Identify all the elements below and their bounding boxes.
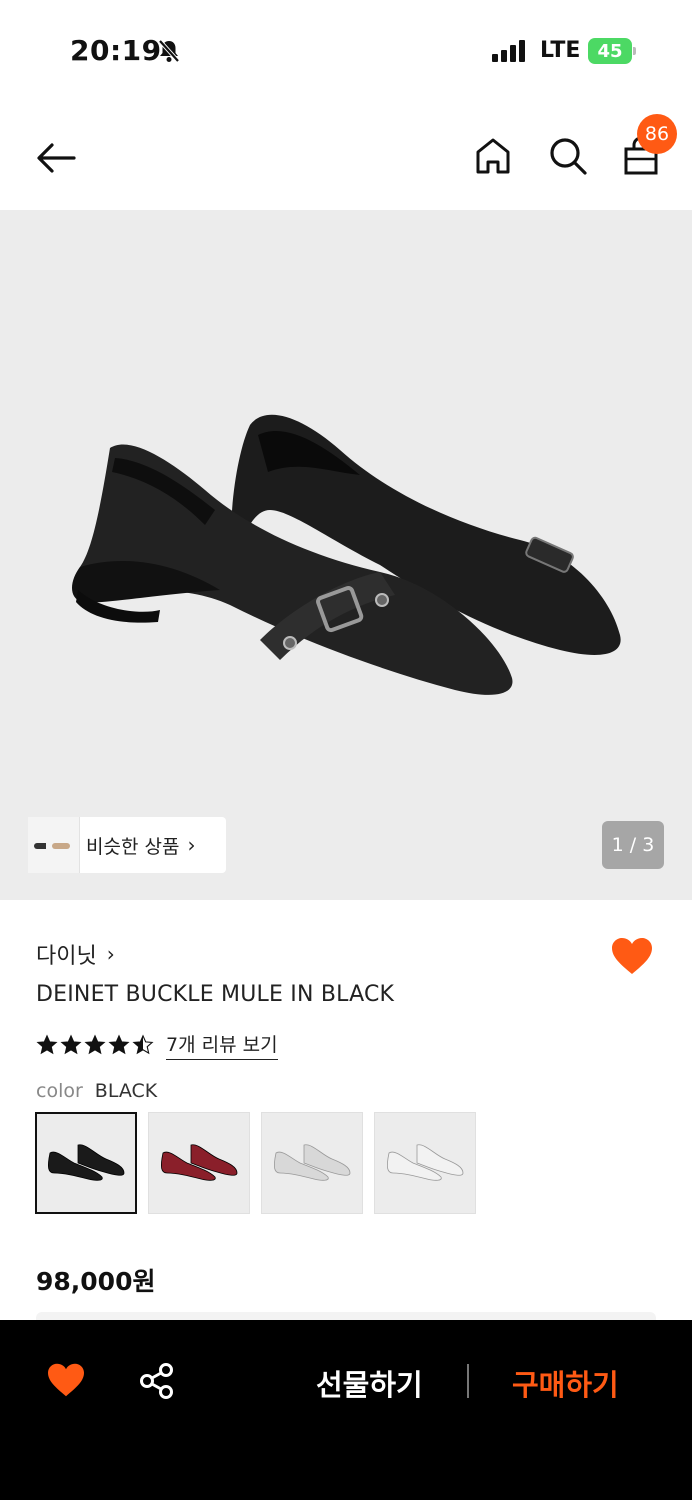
heart-icon[interactable] <box>610 936 654 980</box>
signal-icon <box>492 40 525 62</box>
color-swatch[interactable] <box>148 1112 250 1214</box>
next-section-edge <box>36 1312 656 1320</box>
image-pager: 1 / 3 <box>602 821 664 869</box>
home-icon[interactable] <box>474 136 512 180</box>
color-swatch[interactable] <box>261 1112 363 1214</box>
chevron-right-icon: › <box>106 942 115 966</box>
star-icon <box>132 1034 154 1055</box>
rating-row: 7개 리뷰 보기 <box>36 1030 278 1060</box>
cart-count-badge: 86 <box>637 114 677 154</box>
product-photo-shoes <box>72 414 621 695</box>
product-name: DEINET BUCKLE MULE IN BLACK <box>36 982 395 1007</box>
back-arrow-icon[interactable] <box>34 136 78 184</box>
star-rating <box>36 1034 154 1056</box>
network-label: LTE <box>540 38 581 63</box>
color-value: BLACK <box>94 1080 158 1102</box>
color-swatch[interactable] <box>374 1112 476 1214</box>
brand-name: 다이닛 <box>36 944 97 969</box>
star-icon <box>60 1034 82 1055</box>
product-price: 98,000원 <box>36 1267 156 1296</box>
similar-products-label: 비슷한 상품 <box>86 835 180 858</box>
bottom-action-bar: 선물하기 구매하기 <box>0 1320 692 1500</box>
battery-icon: 45 <box>588 38 636 64</box>
search-icon[interactable] <box>548 136 588 180</box>
swatch-shoe-image <box>160 1144 238 1181</box>
top-nav <box>0 100 692 210</box>
brand-link[interactable]: 다이닛 › <box>36 938 115 970</box>
color-swatches <box>35 1112 476 1214</box>
star-icon <box>108 1034 130 1055</box>
color-row: color BLACK <box>36 1080 157 1102</box>
color-swatch[interactable] <box>35 1112 137 1214</box>
swatch-shoe-image <box>273 1144 351 1181</box>
similar-products-button[interactable]: 비슷한 상품 › <box>28 817 226 873</box>
gift-button[interactable]: 선물하기 <box>316 1362 423 1404</box>
share-icon[interactable] <box>138 1362 176 1404</box>
battery-level: 45 <box>588 38 632 64</box>
swatch-shoe-image <box>47 1144 125 1181</box>
star-icon <box>36 1034 58 1055</box>
buy-button[interactable]: 구매하기 <box>512 1362 619 1404</box>
product-image-carousel[interactable]: 비슷한 상품 › 1 / 3 <box>0 210 692 900</box>
heart-icon[interactable] <box>46 1362 86 1402</box>
swatch-shoe-image <box>386 1144 464 1181</box>
divider <box>467 1364 469 1398</box>
star-icon <box>84 1034 106 1055</box>
status-bar: 20:19 LTE 45 <box>0 0 692 100</box>
color-label: color <box>36 1080 83 1102</box>
chevron-right-icon: › <box>187 833 196 857</box>
silent-bell-icon <box>156 38 182 68</box>
similar-thumbs <box>28 817 86 873</box>
reviews-link[interactable]: 7개 리뷰 보기 <box>166 1030 278 1060</box>
status-time: 20:19 <box>70 34 162 67</box>
